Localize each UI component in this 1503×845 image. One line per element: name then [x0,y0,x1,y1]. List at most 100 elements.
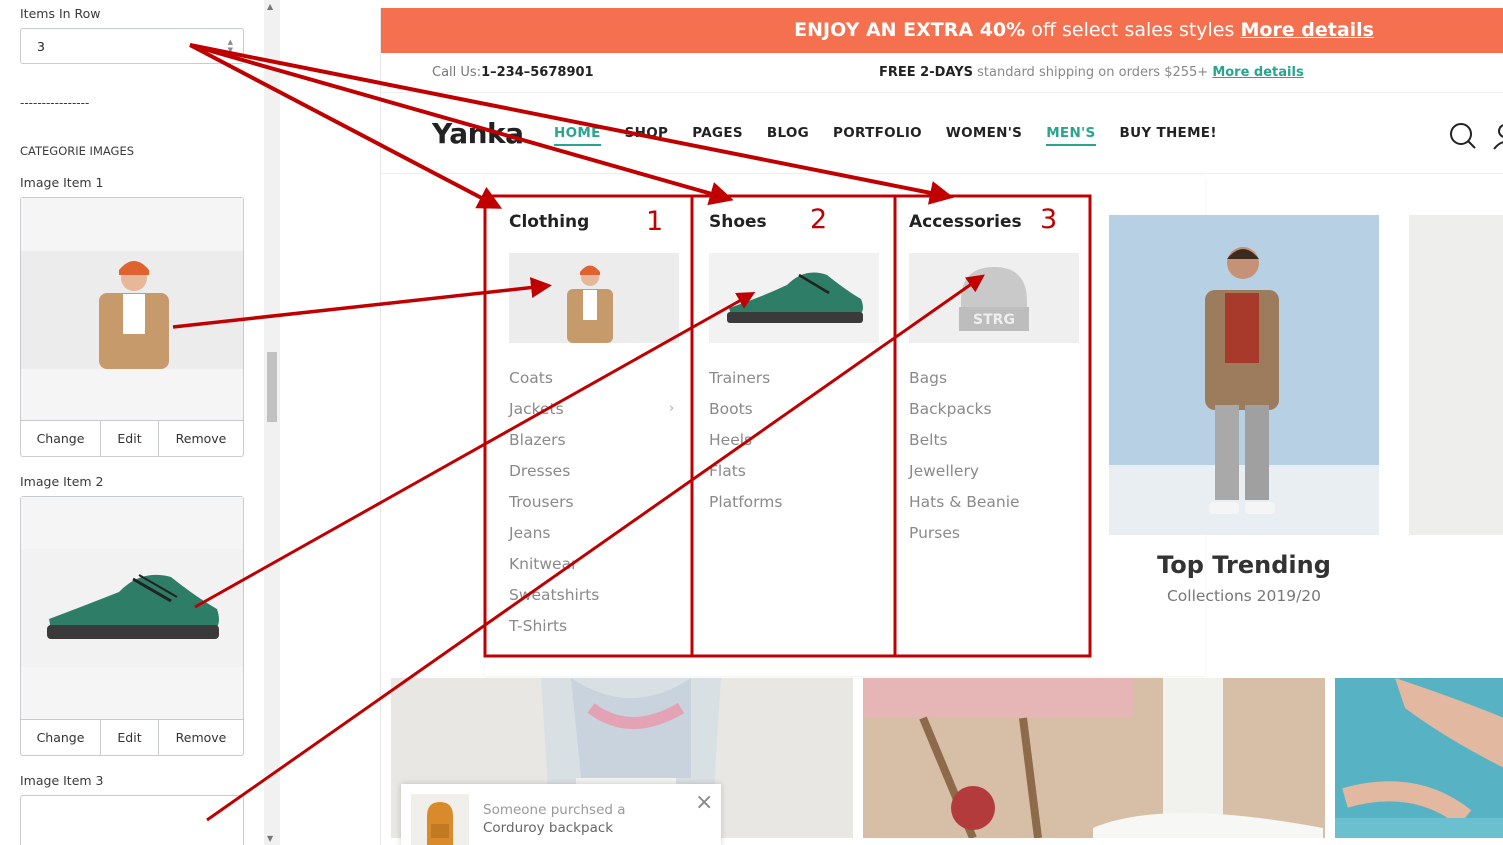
store-preview: ENJOY AN EXTRA 40% off select sales styl… [380,8,1503,845]
menu-link[interactable]: Trousers [509,492,599,523]
image-item-2-preview [21,497,243,719]
menu-link[interactable]: Backpacks [909,399,1020,430]
remove-button[interactable]: Remove [159,421,243,456]
menu-link[interactable]: T-Shirts [509,616,599,647]
scroll-down-icon[interactable]: ▼ [267,834,273,843]
main-navbar: Yanka HOME SHOP PAGES BLOG PORTFOLIO WOM… [381,94,1503,174]
annotation-number-2: 2 [810,204,828,235]
column-title[interactable]: Accessories [909,212,1022,232]
items-in-row-label: Items In Row [20,6,101,21]
image-item-2-buttons: Change Edit Remove [21,719,243,755]
nav-portfolio[interactable]: PORTFOLIO [833,125,922,146]
trending-subtitle: Collections 2019/20 [1166,587,1322,605]
next-card-image[interactable] [1409,215,1503,535]
shoes-links: Trainers Boots Heels Flats Platforms [709,368,782,523]
promo-bold-text: ENJOY AN EXTRA 40% [794,19,1026,41]
menu-link[interactable]: Coats [509,368,599,399]
trending-title[interactable]: Top Trending [1109,551,1379,579]
mens-mega-menu: Clothing Coats Jackets Blazers Dresses T… [485,176,1205,676]
image-item-2-label: Image Item 2 [20,474,104,489]
annotation-number-3: 3 [1040,204,1058,235]
user-icon[interactable] [1490,121,1503,151]
accessories-image[interactable]: STRG [909,253,1079,343]
menu-link[interactable]: Platforms [709,492,782,523]
menu-link[interactable]: Jeans [509,523,599,554]
edit-button[interactable]: Edit [101,421,159,456]
stool-photo[interactable] [863,678,1325,838]
items-in-row-input[interactable]: 3 ▲ ▼ [20,28,244,64]
phone-number: 1–234–5678901 [481,65,594,80]
beanie-print-text: STRG [973,312,1015,328]
nav-shop[interactable]: SHOP [625,125,669,146]
menu-link[interactable]: Jewellery [909,461,1020,492]
close-icon[interactable]: × [695,790,713,815]
scroll-up-icon[interactable]: ▲ [267,2,273,11]
nav-blog[interactable]: BLOG [767,125,809,146]
menu-link[interactable]: Trainers [709,368,782,399]
section-title: CATEGORIE IMAGES [20,144,135,158]
nav-pages[interactable]: PAGES [692,125,743,146]
chevron-right-icon[interactable]: › [669,401,674,416]
shipping-info: FREE 2-DAYS standard shipping on orders … [879,65,1304,80]
column-title[interactable]: Clothing [509,212,589,232]
backpack-image [411,794,469,845]
notification-line-2[interactable]: Corduroy backpack [483,820,613,836]
nav-mens[interactable]: MEN'S [1046,125,1096,146]
menu-link[interactable]: Hats & Beanie [909,492,1020,523]
menu-link[interactable]: Dresses [509,461,599,492]
menu-link[interactable]: Sweatshirts [509,585,599,616]
search-icon[interactable] [1448,121,1478,151]
info-bar: Call Us:1–234–5678901 FREE 2-DAYS standa… [381,53,1503,93]
edit-button[interactable]: Edit [101,720,159,755]
coat-model-image [21,251,243,369]
menu-link[interactable]: Jackets [509,399,599,430]
screenshot-root: Items In Row 3 ▲ ▼ ---------------- CATEG… [0,0,1503,845]
image-item-2-box: Change Edit Remove [20,496,244,756]
promo-text: off select sales styles [1025,19,1241,41]
separator-text: ---------------- [20,96,90,110]
remove-button[interactable]: Remove [159,720,243,755]
legs-photo[interactable] [1335,678,1503,838]
clothing-links: Coats Jackets Blazers Dresses Trousers J… [509,368,599,647]
menu-link[interactable]: Belts [909,430,1020,461]
items-in-row-value: 3 [37,39,45,54]
menu-link[interactable]: Heels [709,430,782,461]
shipping-more-details-link[interactable]: More details [1212,65,1303,80]
menu-link[interactable]: Knitwear [509,554,599,585]
menu-link[interactable]: Purses [909,523,1020,554]
annotation-number-1: 1 [646,206,664,237]
green-sneaker-image [21,549,243,667]
call-us: Call Us:1–234–5678901 [432,65,594,80]
panel-scrollbar[interactable]: ▲ ▼ [264,0,280,845]
nav-womens[interactable]: WOMEN'S [946,125,1022,146]
scrollbar-thumb[interactable] [267,352,277,422]
accessories-links: Bags Backpacks Belts Jewellery Hats & Be… [909,368,1020,554]
column-title[interactable]: Shoes [709,212,767,232]
image-item-3-box [20,795,244,845]
nav-home[interactable]: HOME [554,125,601,146]
menu-link[interactable]: Flats [709,461,782,492]
shoes-image[interactable] [709,253,879,343]
number-spinner-icon[interactable]: ▲ ▼ [228,38,233,54]
trending-image[interactable] [1109,215,1379,535]
image-item-1-label: Image Item 1 [20,175,104,190]
purchase-notification: Someone purchsed a Corduroy backpack × [401,784,721,845]
notification-line-1: Someone purchsed a [483,802,626,818]
image-item-3-label: Image Item 3 [20,773,104,788]
promo-banner: ENJOY AN EXTRA 40% off select sales styl… [381,8,1503,53]
clothing-image[interactable] [509,253,679,343]
promo-more-details-link[interactable]: More details [1240,19,1374,41]
main-nav: HOME SHOP PAGES BLOG PORTFOLIO WOMEN'S M… [554,125,1241,146]
store-logo[interactable]: Yanka [432,117,524,150]
menu-link[interactable]: Boots [709,399,782,430]
menu-link[interactable]: Bags [909,368,1020,399]
change-button[interactable]: Change [21,421,101,456]
image-item-1-buttons: Change Edit Remove [21,420,243,456]
image-item-1-box: Change Edit Remove [20,197,244,457]
menu-link[interactable]: Blazers [509,430,599,461]
nav-buy-theme[interactable]: BUY THEME! [1120,125,1217,146]
preview-gap [280,0,380,845]
settings-panel: Items In Row 3 ▲ ▼ ---------------- CATEG… [0,0,264,845]
change-button[interactable]: Change [21,720,101,755]
image-item-1-preview [21,198,243,420]
